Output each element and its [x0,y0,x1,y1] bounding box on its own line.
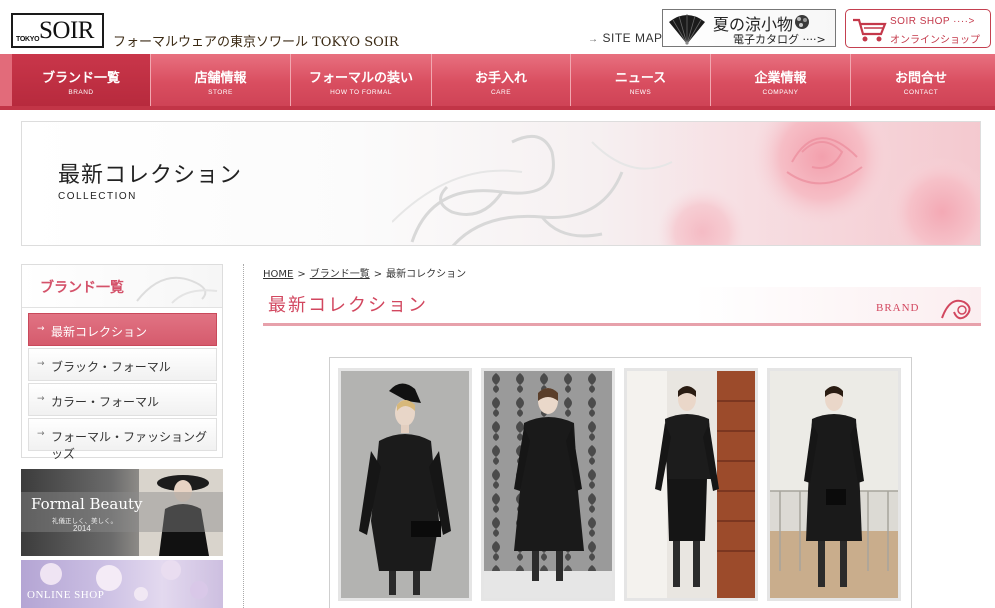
page: TOKYO SOIR フォーマルウェアの東京ソワール TOKYO SOIR → S… [0,0,995,608]
sidebar-item-label: フォーマル・ファッショングッズ [51,430,208,461]
section-header: 最新コレクション BRAND [263,287,981,326]
sidebar-item-black-formal[interactable]: → ブラック・フォーマル [28,348,217,381]
sidebar-item-label: ブラック・フォーマル [51,360,171,374]
main-nav: ブランド一覧 BRAND 店舗情報 STORE フォーマルの装い HOW TO … [0,54,995,110]
collection-thumb-2[interactable] [481,368,615,601]
nav-edge [0,54,12,106]
nav-label: ニュース [614,71,667,86]
sidebar-header: ブランド一覧 [22,265,222,308]
tokyo-soir-logo[interactable]: TOKYO SOIR [11,13,104,48]
model-photo-4 [770,371,898,598]
rose-image [657,122,980,245]
collection-thumb-3[interactable] [624,368,758,601]
formal-beauty-banner[interactable]: Formal Beauty 礼儀正しく、美しく。 2014 [21,469,223,556]
sidebar-item-latest-collection[interactable]: → 最新コレクション [28,313,217,346]
hero-subtitle: COLLECTION [58,191,137,202]
sitemap-link[interactable]: → SITE MAP [588,31,663,45]
breadcrumb-home[interactable]: HOME [263,269,293,280]
nav-sublabel: COMPANY [762,89,799,96]
shop-subtitle: オンラインショップ [890,35,980,46]
swirl-ornament-icon [136,276,218,304]
online-shop-title: ONLINE SHOP [27,589,105,601]
nav-sublabel: STORE [208,89,233,96]
catalog-subtitle: 電子カタログ ····> [733,33,826,46]
collection-thumb-4[interactable] [767,368,901,601]
breadcrumb-current: 最新コレクション [386,269,467,280]
nav-label: お手入れ [474,71,527,86]
nav-news[interactable]: ニュース NEWS [571,54,711,106]
hero-title: 最新コレクション [58,163,243,188]
flower-ball-icon [795,15,809,29]
nav-label: お問合せ [894,71,947,86]
rose-swirl-icon [941,299,971,320]
column-divider [243,264,244,608]
sitemap-label: SITE MAP [602,31,663,45]
model-photo-3 [627,371,755,598]
nav-label: ブランド一覧 [41,71,120,86]
arrow-right-icon: → [37,394,45,404]
nav-company[interactable]: 企業情報 COMPANY [711,54,851,106]
breadcrumb-separator: > [297,269,306,280]
nav-sublabel: NEWS [629,89,652,96]
breadcrumb-brand[interactable]: ブランド一覧 [310,269,370,280]
model-photo-2 [484,371,612,598]
arrow-right-icon: → [588,34,599,45]
nav-store[interactable]: 店舗情報 STORE [151,54,291,106]
formal-beauty-year: 2014 [73,524,91,533]
arrow-right-icon: → [37,359,45,369]
collection-gallery [329,357,912,608]
formal-beauty-title: Formal Beauty [31,495,143,513]
logo-soir-text: SOIR [39,17,94,44]
nav-sublabel: BRAND [68,89,94,96]
breadcrumb-separator: > [373,269,383,280]
nav-sublabel: CARE [490,89,512,96]
nav-contact[interactable]: お問合せ CONTACT [851,54,991,106]
hero-banner: 最新コレクション COLLECTION [21,121,981,246]
nav-label: 企業情報 [754,71,807,86]
header: TOKYO SOIR フォーマルウェアの東京ソワール TOKYO SOIR → S… [0,0,995,54]
model-photo-1 [341,371,469,598]
arrow-right-icon: → [37,429,45,439]
shop-title: SOIR SHOP ····> [890,16,975,27]
arrow-right-icon: → [37,324,45,334]
nav-label: フォーマルの装い [308,71,413,86]
shopping-cart-icon [853,18,887,42]
summer-catalog-banner[interactable]: 夏の涼小物 電子カタログ ····> [662,9,836,47]
section-tag: BRAND [876,302,920,314]
site-tagline: フォーマルウェアの東京ソワール TOKYO SOIR [113,35,399,50]
nav-brand[interactable]: ブランド一覧 BRAND [12,54,151,106]
section-title: 最新コレクション [268,295,428,316]
online-shop-banner[interactable]: SOIR SHOP ····> オンラインショップ [845,9,991,48]
nav-label: 店舗情報 [194,71,247,86]
breadcrumb: HOME > ブランド一覧 > 最新コレクション [263,265,466,280]
sidebar-item-label: カラー・フォーマル [51,395,160,409]
nav-how-to-formal[interactable]: フォーマルの装い HOW TO FORMAL [291,54,432,106]
sidebar-item-formal-fashion-goods[interactable]: → フォーマル・ファッショングッズ [28,418,217,461]
nav-sublabel: CONTACT [903,89,939,96]
folding-fan-icon [669,14,705,45]
sidebar-item-label: 最新コレクション [51,325,148,339]
sidebar-title: ブランド一覧 [40,280,124,296]
nav-care[interactable]: お手入れ CARE [432,54,571,106]
brand-sidebar: ブランド一覧 → 最新コレクション → ブラック・フォーマル → カラー・フォー… [21,264,223,461]
collection-thumb-1[interactable] [338,368,472,601]
logo-tokyo-text: TOKYO [16,36,40,43]
sidebar-item-color-formal[interactable]: → カラー・フォーマル [28,383,217,416]
nav-sublabel: HOW TO FORMAL [330,89,392,96]
online-shop-sidebar-banner[interactable]: ONLINE SHOP [21,560,223,608]
